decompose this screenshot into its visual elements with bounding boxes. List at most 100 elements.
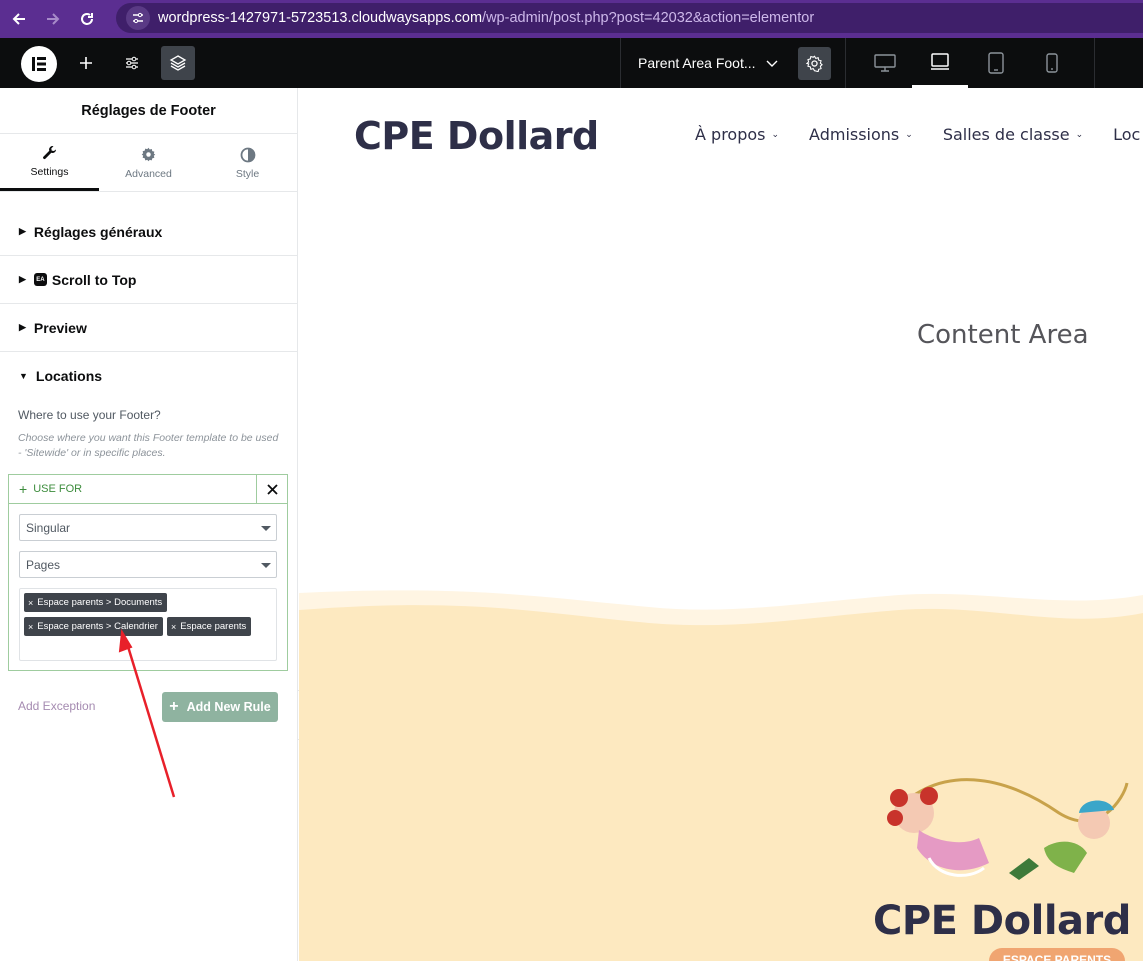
- add-element-button[interactable]: [69, 46, 103, 80]
- use-for-rule: + USE FOR Singular Pages × Espace parent…: [8, 474, 288, 671]
- tablet-portrait-icon: [988, 52, 1004, 74]
- url-text: wordpress-1427971-5723513.cloudwaysapps.…: [158, 10, 814, 26]
- panel-title: Réglages de Footer: [0, 88, 297, 134]
- section-preview-label: Preview: [33, 319, 87, 336]
- caret-right-icon: ▶: [19, 226, 26, 236]
- plus-icon: +: [169, 698, 179, 715]
- mobile-icon: [1046, 53, 1058, 73]
- preview-canvas[interactable]: CPE Dollard À propos ⌄ Admissions ⌄ Salles…: [299, 88, 1143, 961]
- panel-tabs: Settings Advanced Style: [0, 134, 297, 192]
- site-logo[interactable]: CPE Dollard: [354, 114, 599, 158]
- tag-item[interactable]: × Espace parents > Calendrier: [24, 617, 163, 636]
- menu-item[interactable]: Admissions ⌄: [809, 125, 913, 144]
- section-locations[interactable]: ▼ Locations: [0, 352, 297, 400]
- remove-tag-icon[interactable]: ×: [28, 622, 33, 632]
- add-new-rule-label: Add New Rule: [186, 700, 271, 714]
- menu-item[interactable]: Salles de classe ⌄: [943, 125, 1083, 144]
- remove-rule-button[interactable]: [256, 475, 287, 504]
- locations-description: Choose where you want this Footer templa…: [18, 432, 279, 459]
- menu-item-label: Loc: [1113, 125, 1141, 144]
- main-menu: À propos ⌄ Admissions ⌄ Salles de classe ⌄ …: [695, 125, 1143, 144]
- tag-item[interactable]: × Espace parents: [167, 617, 252, 636]
- wrench-icon: [42, 144, 58, 162]
- add-exception-link[interactable]: Add Exception: [18, 699, 95, 713]
- site-settings-icon[interactable]: [126, 6, 150, 30]
- document-settings-button[interactable]: [798, 47, 831, 80]
- plus-icon: [80, 57, 92, 69]
- chevron-down-icon: ⌄: [1075, 129, 1084, 140]
- close-icon: [266, 484, 278, 495]
- device-tablet-landscape[interactable]: [912, 38, 968, 88]
- gear-icon: [806, 55, 823, 72]
- content-area-placeholder: Content Area: [917, 320, 1089, 350]
- essential-addons-icon: EA: [33, 273, 47, 286]
- remove-tag-icon[interactable]: ×: [28, 598, 33, 608]
- layers-icon: [169, 55, 187, 71]
- section-preview[interactable]: ▶ Preview: [0, 304, 297, 352]
- structure-button[interactable]: [161, 46, 195, 80]
- caret-right-icon: ▶: [19, 274, 26, 284]
- browser-toolbar: wordpress-1427971-5723513.cloudwaysapps.…: [0, 0, 1143, 38]
- pages-tag-input[interactable]: × Espace parents > Documents × Espace pa…: [19, 588, 277, 661]
- tab-settings[interactable]: Settings: [0, 134, 99, 191]
- device-desktop[interactable]: [857, 38, 913, 88]
- rag-dolls-illustration: [887, 778, 1129, 880]
- dropdown-arrow-icon: [261, 526, 271, 531]
- locations-label: Where to use your Footer?: [18, 408, 161, 422]
- document-title: Parent Area Foot...: [638, 55, 756, 71]
- forward-button[interactable]: [38, 4, 68, 34]
- section-general-label: Réglages généraux: [33, 223, 163, 240]
- rule-subtype-select[interactable]: Pages: [19, 551, 277, 578]
- reload-button[interactable]: [72, 4, 102, 34]
- device-tablet-portrait[interactable]: [968, 38, 1024, 88]
- tab-advanced[interactable]: Advanced: [99, 134, 198, 191]
- menu-item[interactable]: À propos ⌄: [695, 125, 779, 144]
- tablet-landscape-icon: [931, 52, 949, 70]
- url-path: /wp-admin/post.php?post=42032&action=ele…: [482, 10, 815, 26]
- add-new-rule-button[interactable]: + Add New Rule: [162, 692, 278, 722]
- reload-icon: [81, 13, 93, 25]
- address-bar[interactable]: wordpress-1427971-5723513.cloudwaysapps.…: [116, 3, 1143, 33]
- caret-down-icon: ▼: [19, 371, 28, 381]
- desktop-icon: [874, 54, 896, 72]
- tab-settings-label: Settings: [30, 166, 69, 178]
- elementor-logo-icon: [32, 57, 46, 71]
- tag-label: Espace parents: [180, 621, 247, 632]
- arrow-right-icon: [47, 13, 60, 25]
- elementor-topbar: Parent Area Foot...: [0, 38, 1143, 88]
- device-mobile[interactable]: [1024, 38, 1080, 88]
- caret-right-icon: ▶: [19, 322, 26, 332]
- section-general-settings[interactable]: ▶ Réglages généraux: [0, 208, 297, 256]
- rule-header: + USE FOR: [9, 475, 287, 504]
- footer-badge: ESPACE PARENTS: [989, 948, 1125, 961]
- settings-panel: Réglages de Footer Settings Advanced Sty…: [0, 88, 298, 961]
- rule-type-select[interactable]: Singular: [19, 514, 277, 541]
- back-button[interactable]: [4, 4, 34, 34]
- site-settings-button[interactable]: [115, 46, 149, 80]
- section-scroll-to-top[interactable]: ▶ EA Scroll to Top: [0, 256, 297, 304]
- rule-header-label: USE FOR: [33, 483, 83, 495]
- chevron-down-icon: ⌄: [771, 129, 780, 140]
- rule-subtype-value: Pages: [26, 557, 61, 572]
- menu-item[interactable]: Loc: [1113, 125, 1140, 144]
- document-title-dropdown[interactable]: Parent Area Foot...: [620, 38, 790, 88]
- arrow-left-icon: [12, 13, 25, 25]
- contrast-icon: [240, 146, 256, 164]
- sliders-icon: [126, 56, 138, 70]
- section-scroll-label: Scroll to Top: [51, 271, 137, 288]
- tab-style[interactable]: Style: [198, 134, 297, 191]
- chevron-down-icon: [766, 55, 778, 71]
- menu-item-label: Salles de classe: [942, 125, 1070, 144]
- tag-label: Espace parents > Calendrier: [37, 621, 158, 632]
- elementor-logo-button[interactable]: [21, 46, 57, 82]
- tag-item[interactable]: × Espace parents > Documents: [24, 593, 168, 612]
- rule-type-value: Singular: [26, 520, 71, 535]
- section-locations-label: Locations: [35, 368, 103, 384]
- tag-label: Espace parents > Documents: [37, 597, 163, 608]
- footer-logo: CPE Dollard: [873, 898, 1131, 944]
- menu-item-label: Admissions: [809, 125, 900, 144]
- dropdown-arrow-icon: [261, 563, 271, 568]
- url-host: wordpress-1427971-5723513.cloudwaysapps.…: [158, 10, 483, 26]
- menu-item-label: À propos: [695, 125, 766, 144]
- remove-tag-icon[interactable]: ×: [171, 622, 176, 632]
